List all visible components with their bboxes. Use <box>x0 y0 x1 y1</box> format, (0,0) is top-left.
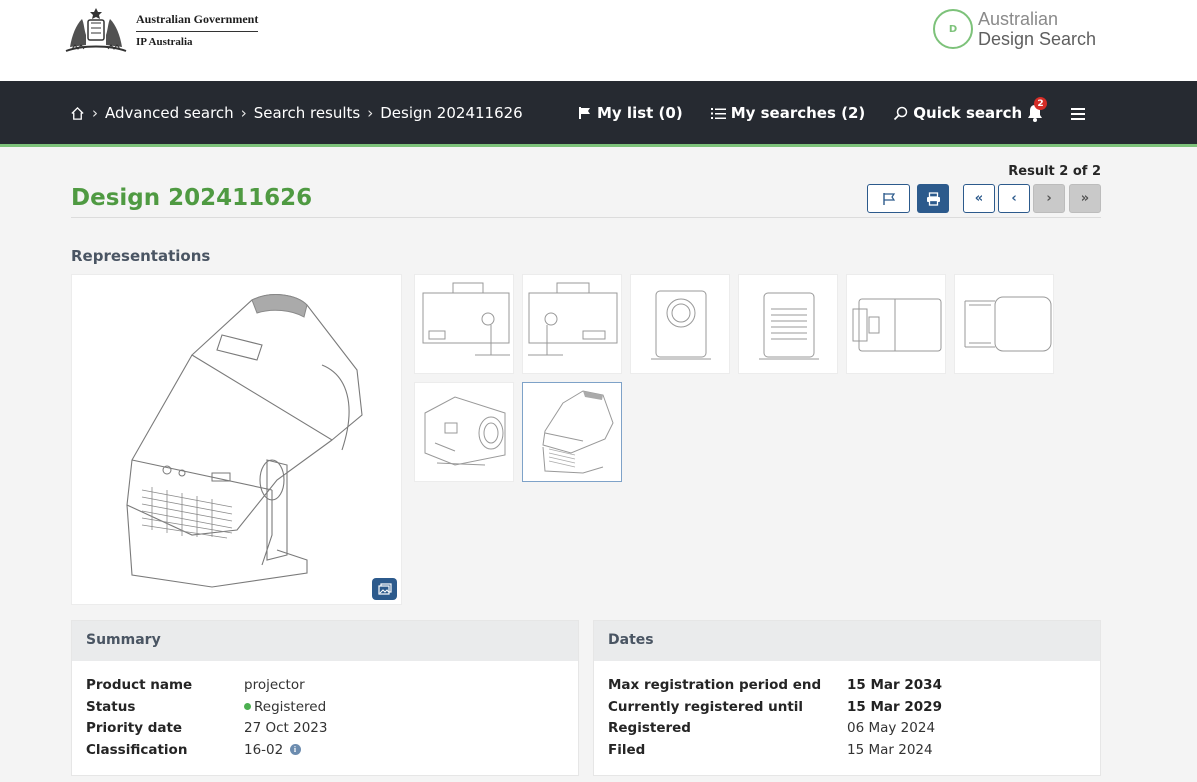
my-list-link[interactable]: My list (0) <box>578 104 683 122</box>
previous-result-button[interactable]: ‹ <box>998 184 1030 213</box>
coat-of-arms-icon <box>65 8 127 52</box>
representations-heading: Representations <box>71 247 211 265</box>
status-label: Status <box>86 698 136 715</box>
breadcrumb-search-results[interactable]: Search results <box>254 104 361 122</box>
dates-panel: Dates Max registration period end Curren… <box>593 620 1101 776</box>
representation-thumbnail[interactable] <box>630 274 730 374</box>
filed-label: Filed <box>608 741 646 758</box>
hamburger-menu-icon[interactable] <box>1071 108 1085 120</box>
representation-thumbnail[interactable] <box>414 274 514 374</box>
representation-thumbnail[interactable] <box>738 274 838 374</box>
classification-label: Classification <box>86 741 188 758</box>
gov-name: Australian Government <box>136 12 259 32</box>
add-to-list-button[interactable] <box>867 184 910 213</box>
product-name-label: Product name <box>86 677 193 693</box>
summary-heading: Summary <box>72 621 578 661</box>
thumbnail-drawing <box>528 282 618 356</box>
site-header: Australian Government IP Australia D Aus… <box>0 0 1197 81</box>
print-button[interactable] <box>917 184 949 213</box>
australian-government-logo[interactable]: Australian Government IP Australia <box>62 5 259 55</box>
priority-date-label: Priority date <box>86 720 183 736</box>
dates-values: 15 Mar 2034 15 Mar 2029 06 May 2024 15 M… <box>847 675 942 761</box>
summary-values: projector Registered 27 Oct 2023 16-02 i <box>244 675 327 761</box>
registered-until-value: 15 Mar 2029 <box>847 698 942 715</box>
max-registration-end-label: Max registration period end <box>608 677 822 693</box>
thumbnail-drawing <box>852 298 942 352</box>
my-list-label: My list (0) <box>597 104 683 122</box>
result-counter: Result 2 of 2 <box>1008 164 1101 179</box>
chevron-right-icon: › <box>92 104 98 122</box>
summary-labels: Product name Status Priority date Classi… <box>86 675 192 761</box>
thumbnail-drawing <box>542 390 614 474</box>
quick-search-link[interactable]: Quick search <box>893 104 1022 122</box>
representation-thumbnail[interactable] <box>846 274 946 374</box>
priority-date-value: 27 Oct 2023 <box>244 720 328 736</box>
my-searches-label: My searches (2) <box>730 104 866 122</box>
flag-icon <box>579 107 590 119</box>
home-icon[interactable] <box>70 106 85 121</box>
info-icon[interactable]: i <box>289 744 301 755</box>
agency-name: IP Australia <box>136 36 193 48</box>
status-value: Registered <box>254 698 327 715</box>
thumbnail-drawing <box>424 396 506 466</box>
dates-heading: Dates <box>594 621 1100 661</box>
ads-logo-icon: D <box>933 9 973 49</box>
thumbnail-drawing <box>422 282 510 356</box>
last-result-button: » <box>1069 184 1101 213</box>
thumbnail-drawing <box>964 296 1052 352</box>
registered-label: Registered <box>608 720 691 736</box>
my-searches-link[interactable]: My searches (2) <box>710 104 866 122</box>
breadcrumb: › Advanced search › Search results › Des… <box>70 104 523 122</box>
thumbnail-drawing <box>759 292 819 360</box>
breadcrumb-advanced-search[interactable]: Advanced search <box>105 104 234 122</box>
printer-icon <box>926 191 940 206</box>
max-registration-end-value: 15 Mar 2034 <box>847 677 942 693</box>
ads-logo-line2: Design Search <box>978 29 1097 49</box>
representation-thumbnail-selected[interactable] <box>522 382 622 482</box>
page-title: Design 202411626 <box>71 185 313 211</box>
notification-count-badge: 2 <box>1034 97 1047 110</box>
representation-thumbnail[interactable] <box>954 274 1054 374</box>
registered-value: 06 May 2024 <box>847 720 936 736</box>
breadcrumb-current-design: Design 202411626 <box>380 104 523 122</box>
main-navigation: › Advanced search › Search results › Des… <box>0 81 1197 147</box>
filed-value: 15 Mar 2024 <box>847 741 933 758</box>
projector-drawing <box>126 294 363 588</box>
search-icon <box>894 106 908 120</box>
title-divider <box>71 217 1101 218</box>
chevron-right-icon: › <box>367 104 374 122</box>
classification-value[interactable]: 16-02 <box>244 742 283 758</box>
gallery-expand-button[interactable] <box>372 578 397 600</box>
first-result-button[interactable]: « <box>963 184 995 213</box>
quick-search-label: Quick search <box>913 104 1023 122</box>
representation-thumbnail[interactable] <box>522 274 622 374</box>
dates-labels: Max registration period end Currently re… <box>608 675 821 761</box>
next-result-button: › <box>1033 184 1065 213</box>
gallery-icon <box>377 583 392 595</box>
thumbnail-drawing <box>651 290 711 360</box>
product-name-value: projector <box>244 677 305 693</box>
representation-thumbnail[interactable] <box>414 382 514 482</box>
registered-until-label: Currently registered until <box>608 698 804 715</box>
chevron-right-icon: › <box>240 104 247 122</box>
list-icon <box>710 107 726 119</box>
main-representation-image[interactable] <box>71 274 402 605</box>
australian-design-search-logo[interactable]: D Australian Design Search <box>933 9 1096 49</box>
flag-outline-icon <box>882 192 895 205</box>
ads-logo-line1: Australian <box>978 9 1059 29</box>
status-dot-icon <box>244 703 251 710</box>
summary-panel: Summary Product name Status Priority dat… <box>71 620 579 776</box>
